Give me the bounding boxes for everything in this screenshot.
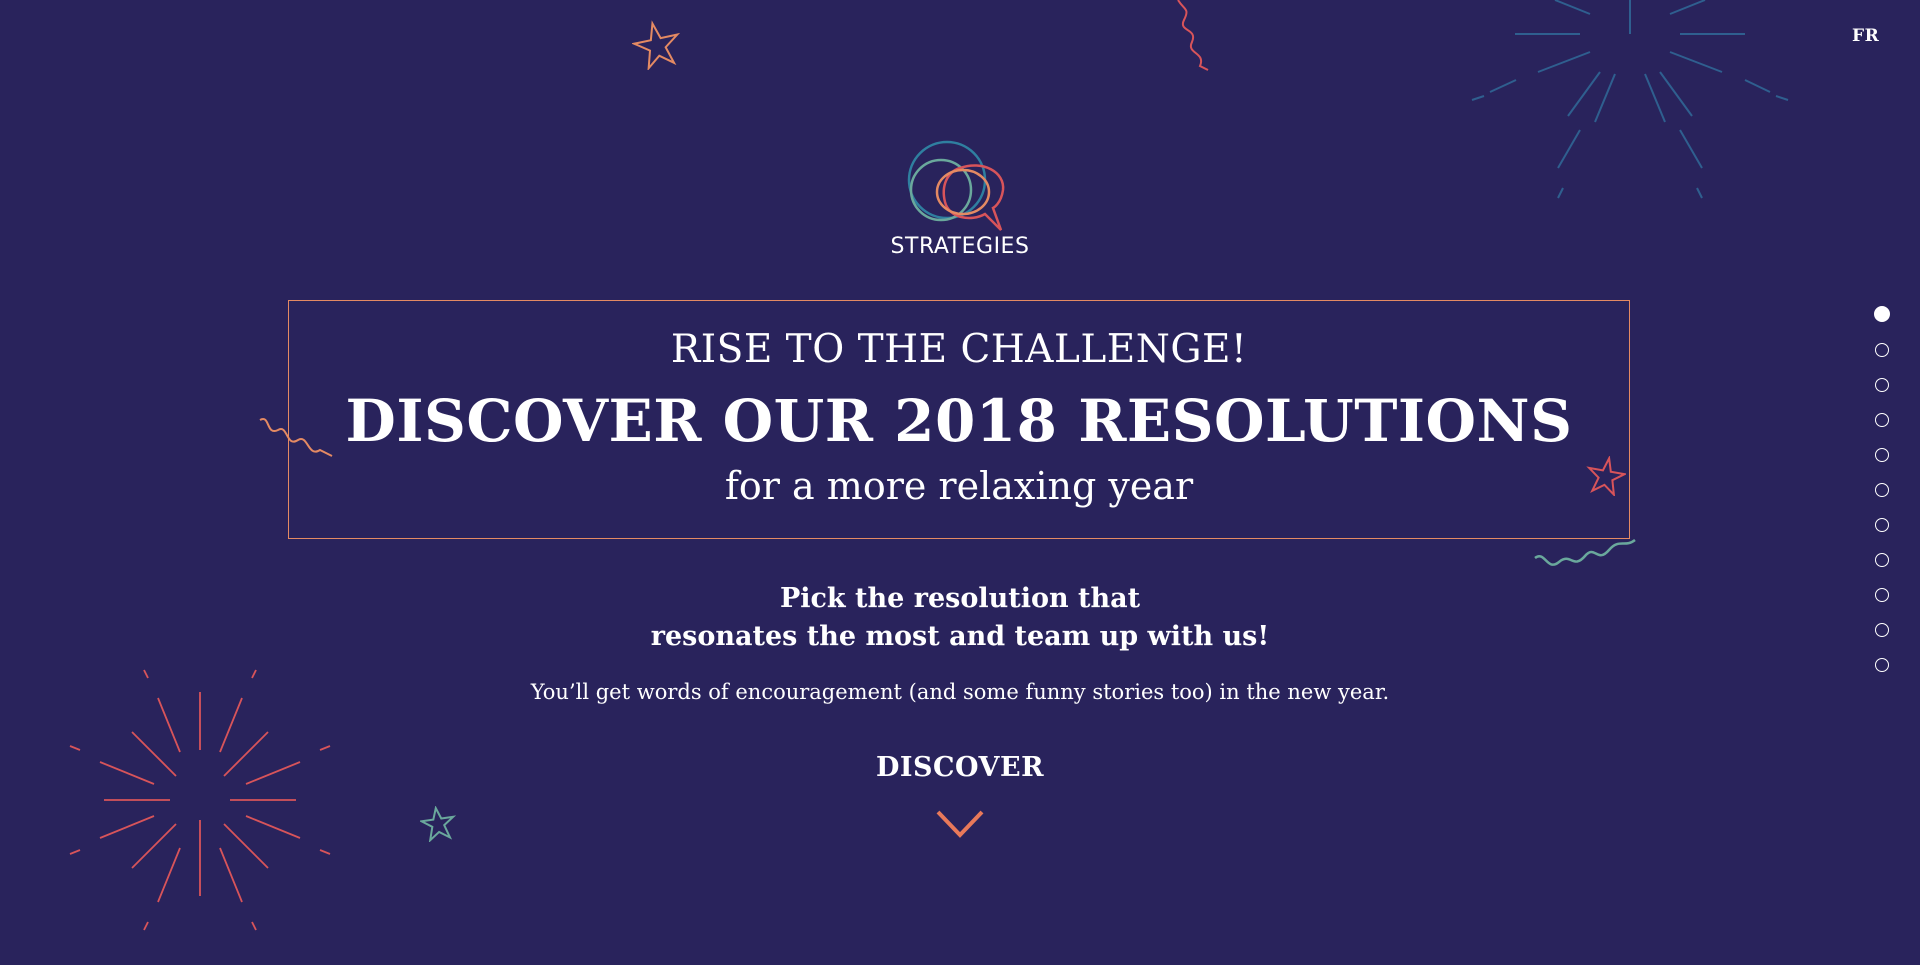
chevron-down-icon[interactable]	[936, 809, 984, 839]
pagination-dot[interactable]	[1875, 483, 1889, 497]
star-decoration-icon	[632, 20, 681, 70]
firework-decoration-icon	[69, 669, 331, 931]
description-text: You’ll get words of encouragement (and s…	[530, 680, 1390, 704]
star-decoration-icon	[420, 806, 456, 842]
hero-subtitle: for a more relaxing year	[724, 464, 1194, 508]
pagination-dot[interactable]	[1875, 448, 1889, 462]
pagination-dot[interactable]	[1875, 518, 1889, 532]
pagination-dot[interactable]	[1875, 623, 1889, 637]
pitch-line: Pick the resolution that	[779, 583, 1141, 614]
pagination-dot[interactable]	[1875, 658, 1889, 672]
firework-decoration-icon	[1471, 0, 1789, 199]
section-pagination	[1874, 306, 1893, 693]
pagination-dot[interactable]	[1875, 588, 1889, 602]
logo-wordmark: STRATEGIES	[890, 234, 1030, 259]
strategies-logo[interactable]: STRATEGIES	[880, 138, 1040, 264]
pagination-dot[interactable]	[1875, 343, 1889, 357]
pagination-dot[interactable]	[1874, 306, 1890, 322]
language-toggle-link[interactable]: FR	[1852, 26, 1879, 46]
squiggle-decoration-icon	[1177, 0, 1209, 71]
discover-link[interactable]: DISCOVER	[860, 752, 1060, 783]
pitch-line: resonates the most and team up with us!	[650, 621, 1270, 652]
hero-banner: RISE TO THE CHALLENGE! DISCOVER OUR 2018…	[288, 300, 1630, 539]
pagination-dot[interactable]	[1875, 378, 1889, 392]
pagination-dot[interactable]	[1875, 553, 1889, 567]
page-title: DISCOVER OUR 2018 RESOLUTIONS	[345, 387, 1573, 455]
pitch-text: Pick the resolution that resonates the m…	[460, 580, 1460, 656]
landing-page: FR STRATEGIES RISE TO THE CHALLENGE! DIS…	[0, 0, 1920, 965]
hero-kicker: RISE TO THE CHALLENGE!	[670, 327, 1248, 372]
speech-bubbles-logo-icon	[907, 140, 1005, 231]
pagination-dot[interactable]	[1875, 413, 1889, 427]
